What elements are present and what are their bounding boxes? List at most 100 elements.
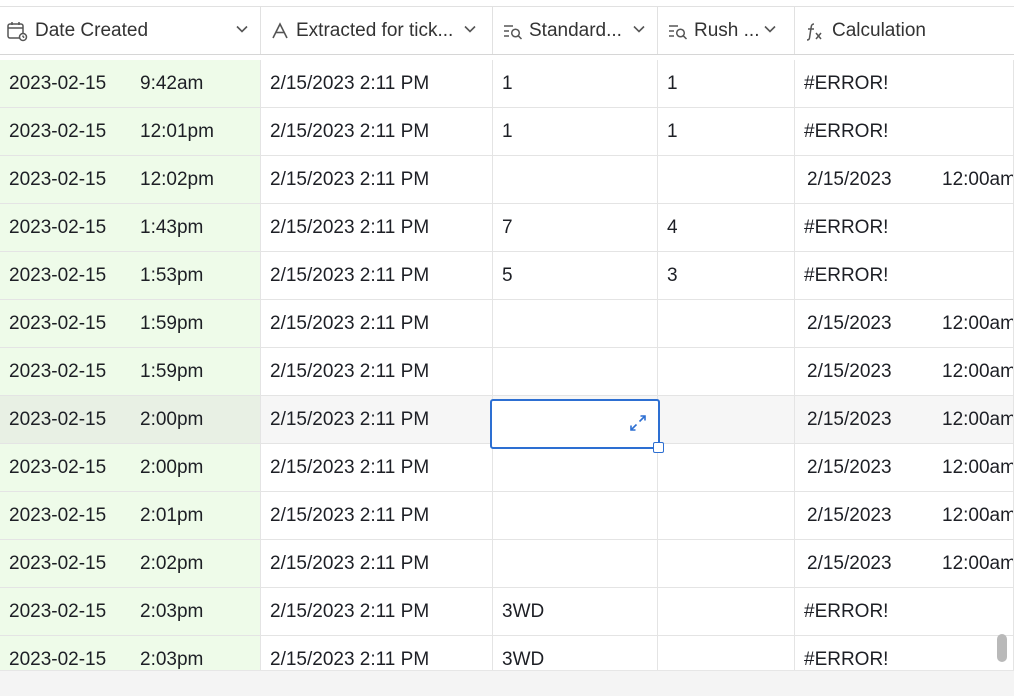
cell-value: 2/15/2023 2:11 PM [270,408,430,430]
column-header-standard[interactable]: Standard... [493,7,658,54]
table-row[interactable]: 2023-02-15 1:53pm 2/15/2023 2:11 PM 5 3 #ERRO… [0,252,1014,300]
cell-standard[interactable] [493,540,658,588]
cell-calculation[interactable]: 2/15/2023 12:00am [795,492,1014,540]
cell-calculation[interactable]: #ERROR! [795,108,1014,156]
cell-standard[interactable]: 1 [493,108,658,156]
table-row[interactable]: 2023-02-15 2:00pm 2/15/2023 2:11 PM 2/15/20… [0,444,1014,492]
cell-date-created[interactable]: 2023-02-15 1:59pm [0,300,261,348]
cell-standard[interactable] [493,492,658,540]
cell-rush[interactable] [658,300,795,348]
cell-standard[interactable]: 5 [493,252,658,300]
cell-value: 2/15/2023 2:11 PM [270,552,430,574]
selected-cell[interactable] [490,399,664,453]
cell-rush[interactable] [658,444,795,492]
cell-date-created[interactable]: 2023-02-15 2:01pm [0,492,261,540]
cell-calculation[interactable]: #ERROR! [795,60,1014,108]
table-row[interactable]: 2023-02-15 2:02pm 2/15/2023 2:11 PM 2/15/20… [0,540,1014,588]
cell-standard[interactable] [493,300,658,348]
cell-value: 1 [667,72,678,94]
cell-value: 2/15/2023 2:11 PM [270,168,430,190]
cell-rush[interactable]: 4 [658,204,795,252]
cell-date-created[interactable]: 2023-02-15 2:00pm [0,444,261,492]
table-row[interactable]: 2023-02-15 12:02pm 2/15/2023 2:11 PM 2/15/2… [0,156,1014,204]
cell-standard[interactable] [493,348,658,396]
cell-date-created[interactable]: 2023-02-15 9:42am [0,60,261,108]
cell-extracted[interactable]: 2/15/2023 2:11 PM [261,492,493,540]
cell-date-created[interactable]: 2023-02-15 12:01pm [0,108,261,156]
cell-rush[interactable]: 1 [658,60,795,108]
cell-rush[interactable] [658,348,795,396]
calc-date-value: 2/15/2023 [807,552,892,574]
cell-rush[interactable] [658,540,795,588]
cell-calculation[interactable]: #ERROR! [795,636,1014,670]
cell-value: 2/15/2023 2:11 PM [270,504,430,526]
cell-calculation[interactable]: #ERROR! [795,588,1014,636]
time-value: 12:02pm [140,168,214,190]
column-header-extracted[interactable]: Extracted for tick... [261,7,493,54]
calc-date-value: 2/15/2023 [807,312,892,334]
column-header-calculation[interactable]: Calculation [795,7,1014,54]
cell-date-created[interactable]: 2023-02-15 1:59pm [0,348,261,396]
cell-date-created[interactable]: 2023-02-15 2:03pm [0,636,261,670]
cell-extracted[interactable]: 2/15/2023 2:11 PM [261,540,493,588]
cell-rush[interactable]: 1 [658,108,795,156]
vertical-scrollbar-thumb[interactable] [997,634,1007,662]
cell-extracted[interactable]: 2/15/2023 2:11 PM [261,348,493,396]
time-value: 1:59pm [140,360,204,382]
chevron-down-icon[interactable] [462,21,478,43]
expand-icon[interactable] [628,413,648,438]
cell-extracted[interactable]: 2/15/2023 2:11 PM [261,300,493,348]
cell-date-created[interactable]: 2023-02-15 1:43pm [0,204,261,252]
cell-calculation[interactable]: 2/15/2023 12:00am [795,300,1014,348]
date-value: 2023-02-15 [9,264,107,286]
fill-handle[interactable] [653,442,664,453]
cell-extracted[interactable]: 2/15/2023 2:11 PM [261,156,493,204]
cell-rush[interactable] [658,636,795,670]
cell-standard[interactable]: 1 [493,60,658,108]
cell-rush[interactable] [658,396,795,444]
cell-standard[interactable] [493,156,658,204]
cell-calculation[interactable]: 2/15/2023 12:00am [795,156,1014,204]
cell-standard[interactable] [493,444,658,492]
cell-date-created[interactable]: 2023-02-15 2:00pm [0,396,261,444]
cell-date-created[interactable]: 2023-02-15 1:53pm [0,252,261,300]
cell-standard[interactable]: 3WD [493,588,658,636]
table-row[interactable]: 2023-02-15 12:01pm 2/15/2023 2:11 PM 1 1 #ERR… [0,108,1014,156]
table-row[interactable]: 2023-02-15 1:43pm 2/15/2023 2:11 PM 7 4 #ERRO… [0,204,1014,252]
cell-extracted[interactable]: 2/15/2023 2:11 PM [261,588,493,636]
column-header-rush[interactable]: Rush ... [658,7,795,54]
cell-calculation[interactable]: 2/15/2023 12:00am [795,444,1014,492]
cell-rush[interactable]: 3 [658,252,795,300]
cell-calculation[interactable]: 2/15/2023 12:00am [795,540,1014,588]
cell-value: 7 [502,216,513,238]
table-row[interactable]: 2023-02-15 2:03pm 2/15/2023 2:11 PM 3WD #ERR… [0,636,1014,670]
chevron-down-icon[interactable] [234,21,250,43]
cell-standard[interactable]: 3WD [493,636,658,670]
cell-rush[interactable] [658,492,795,540]
cell-extracted[interactable]: 2/15/2023 2:11 PM [261,60,493,108]
cell-date-created[interactable]: 2023-02-15 12:02pm [0,156,261,204]
cell-extracted[interactable]: 2/15/2023 2:11 PM [261,252,493,300]
cell-rush[interactable] [658,156,795,204]
column-header-date-created[interactable]: Date Created [0,7,261,54]
cell-date-created[interactable]: 2023-02-15 2:03pm [0,588,261,636]
table-row[interactable]: 2023-02-15 1:59pm 2/15/2023 2:11 PM 2/15/20… [0,348,1014,396]
cell-extracted[interactable]: 2/15/2023 2:11 PM [261,108,493,156]
table-row[interactable]: 2023-02-15 2:01pm 2/15/2023 2:11 PM 2/15/20… [0,492,1014,540]
table-row[interactable]: 2023-02-15 1:59pm 2/15/2023 2:11 PM 2/15/20… [0,300,1014,348]
chevron-down-icon[interactable] [631,21,647,43]
cell-calculation[interactable]: 2/15/2023 12:00am [795,396,1014,444]
chevron-down-icon[interactable] [762,21,778,43]
cell-extracted[interactable]: 2/15/2023 2:11 PM [261,204,493,252]
table-row[interactable]: 2023-02-15 9:42am 2/15/2023 2:11 PM 1 1 #ERRO… [0,60,1014,108]
cell-extracted[interactable]: 2/15/2023 2:11 PM [261,444,493,492]
cell-rush[interactable] [658,588,795,636]
cell-date-created[interactable]: 2023-02-15 2:02pm [0,540,261,588]
cell-calculation[interactable]: 2/15/2023 12:00am [795,348,1014,396]
cell-calculation[interactable]: #ERROR! [795,204,1014,252]
cell-calculation[interactable]: #ERROR! [795,252,1014,300]
cell-standard[interactable]: 7 [493,204,658,252]
cell-extracted[interactable]: 2/15/2023 2:11 PM [261,396,493,444]
cell-extracted[interactable]: 2/15/2023 2:11 PM [261,636,493,670]
table-row[interactable]: 2023-02-15 2:03pm 2/15/2023 2:11 PM 3WD #ERR… [0,588,1014,636]
